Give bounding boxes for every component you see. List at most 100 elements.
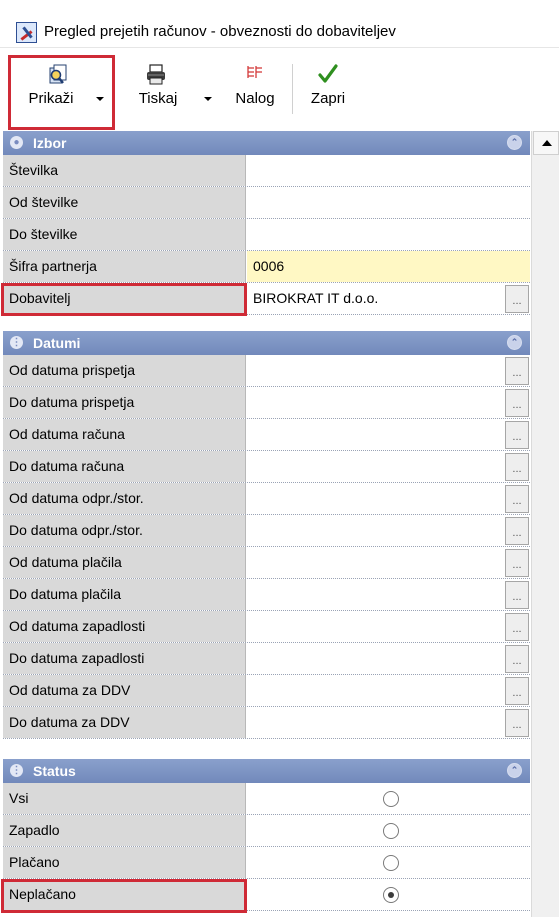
field-label: Do datuma plačila <box>3 579 246 610</box>
field-label: Dobavitelj <box>3 283 246 314</box>
show-label: Prikaži <box>28 90 74 107</box>
print-button[interactable]: Tiskaj <box>124 58 218 128</box>
section-izbor-header[interactable]: ● Izbor ⌃ <box>3 131 530 155</box>
vertical-scrollbar[interactable] <box>531 131 559 917</box>
printer-icon <box>147 64 165 85</box>
grid-row-stevilka: Številka <box>3 155 530 187</box>
date-picker-button[interactable]: ... <box>505 549 529 577</box>
grid-row-dobavitelj: Dobavitelj BIROKRAT IT d.o.o. ... <box>3 283 530 315</box>
date-picker-button[interactable]: ... <box>505 485 529 513</box>
order-button[interactable]: Nalog <box>225 58 285 128</box>
od-stevilke-field[interactable] <box>247 187 530 218</box>
section-izbor-title: Izbor <box>33 135 67 151</box>
grid-row-date: Od datuma računa ... <box>3 419 530 451</box>
field-label: Od datuma prispetja <box>3 355 246 386</box>
date-picker-button[interactable]: ... <box>505 421 529 449</box>
window-title: Pregled prejetih računov - obveznosti do… <box>44 23 396 40</box>
checkmark-icon <box>318 64 338 83</box>
date-field[interactable] <box>247 387 530 418</box>
grid-row-status: Vsi <box>3 783 530 815</box>
partner-code-field[interactable]: 0006 <box>247 251 530 282</box>
grid-row-status: Zapadlo <box>3 815 530 847</box>
status-radio-neplacano[interactable] <box>383 887 399 903</box>
field-label: Zapadlo <box>3 815 246 846</box>
show-dropdown-arrow-icon[interactable] <box>96 97 104 101</box>
search-document-icon <box>49 64 67 84</box>
date-field[interactable] <box>247 355 530 386</box>
grid-row-status: Neplačano <box>3 879 530 911</box>
date-field[interactable] <box>247 611 530 642</box>
field-label: Od datuma računa <box>3 419 246 450</box>
grid-row-date: Do datuma računa ... <box>3 451 530 483</box>
section-collapse-icon: ⋮ <box>10 336 23 349</box>
show-button[interactable]: Prikaži <box>14 58 108 128</box>
date-picker-button[interactable]: ... <box>505 453 529 481</box>
stevilka-field[interactable] <box>247 155 530 186</box>
field-label: Do datuma za DDV <box>3 707 246 738</box>
do-stevilke-field[interactable] <box>247 219 530 250</box>
section-collapse-icon: ⋮ <box>10 764 23 777</box>
date-field[interactable] <box>247 579 530 610</box>
report-chart-icon <box>16 22 37 43</box>
grid-row-date: Do datuma zapadlosti ... <box>3 643 530 675</box>
field-label: Neplačano <box>3 879 246 910</box>
scroll-up-arrow-icon[interactable] <box>533 131 559 155</box>
grid-row-od-stevilke: Od številke <box>3 187 530 219</box>
toolbar: Prikaži Tiskaj Nalog Zapri <box>0 48 559 132</box>
field-label: Do datuma prispetja <box>3 387 246 418</box>
grid-row-sifra-partnerja: Šifra partnerja 0006 <box>3 251 530 283</box>
grid-row-do-stevilke: Do številke <box>3 219 530 251</box>
date-picker-button[interactable]: ... <box>505 389 529 417</box>
close-button[interactable]: Zapri <box>302 58 354 128</box>
supplier-browse-button[interactable]: ... <box>505 285 529 313</box>
field-label: Od številke <box>3 187 246 218</box>
chevron-up-icon[interactable]: ⌃ <box>507 763 522 778</box>
section-collapse-icon: ● <box>10 136 23 149</box>
field-label: Do številke <box>3 219 246 250</box>
date-picker-button[interactable]: ... <box>505 613 529 641</box>
status-radio-placano[interactable] <box>383 855 399 871</box>
field-label: Od datuma za DDV <box>3 675 246 706</box>
section-datumi-header[interactable]: ⋮ Datumi ⌃ <box>3 331 530 355</box>
field-label: Številka <box>3 155 246 186</box>
date-picker-button[interactable]: ... <box>505 645 529 673</box>
section-datumi-title: Datumi <box>33 335 81 351</box>
field-label: Šifra partnerja <box>3 251 246 282</box>
date-picker-button[interactable]: ... <box>505 709 529 737</box>
date-field[interactable] <box>247 515 530 546</box>
print-dropdown-arrow-icon[interactable] <box>204 97 212 101</box>
status-radio-vsi[interactable] <box>383 791 399 807</box>
date-picker-button[interactable]: ... <box>505 677 529 705</box>
date-field[interactable] <box>247 547 530 578</box>
date-picker-button[interactable]: ... <box>505 357 529 385</box>
date-field[interactable] <box>247 483 530 514</box>
payment-order-icon <box>247 66 262 78</box>
grid-row-date: Do datuma za DDV ... <box>3 707 530 739</box>
field-label: Plačano <box>3 847 246 878</box>
date-field[interactable] <box>247 643 530 674</box>
date-field[interactable] <box>247 675 530 706</box>
grid-row-date: Od datuma plačila ... <box>3 547 530 579</box>
field-label: Vsi <box>3 783 246 814</box>
supplier-field[interactable]: BIROKRAT IT d.o.o. <box>247 283 530 314</box>
date-field[interactable] <box>247 451 530 482</box>
status-radio-zapadlo[interactable] <box>383 823 399 839</box>
grid-row-date: Do datuma prispetja ... <box>3 387 530 419</box>
grid-row-date: Do datuma plačila ... <box>3 579 530 611</box>
date-field[interactable] <box>247 419 530 450</box>
section-status-header[interactable]: ⋮ Status ⌃ <box>3 759 530 783</box>
date-picker-button[interactable]: ... <box>505 581 529 609</box>
chevron-up-icon[interactable]: ⌃ <box>507 135 522 150</box>
field-label: Od datuma plačila <box>3 547 246 578</box>
print-label: Tiskaj <box>138 90 178 107</box>
field-label: Do datuma računa <box>3 451 246 482</box>
grid-row-date: Od datuma odpr./stor. ... <box>3 483 530 515</box>
title-bar: Pregled prejetih računov - obveznosti do… <box>0 0 559 48</box>
date-field[interactable] <box>247 707 530 738</box>
chevron-up-icon[interactable]: ⌃ <box>507 335 522 350</box>
field-label: Od datuma odpr./stor. <box>3 483 246 514</box>
date-picker-button[interactable]: ... <box>505 517 529 545</box>
order-label: Nalog <box>235 90 275 107</box>
section-status-title: Status <box>33 763 76 779</box>
grid-row-date: Do datuma odpr./stor. ... <box>3 515 530 547</box>
